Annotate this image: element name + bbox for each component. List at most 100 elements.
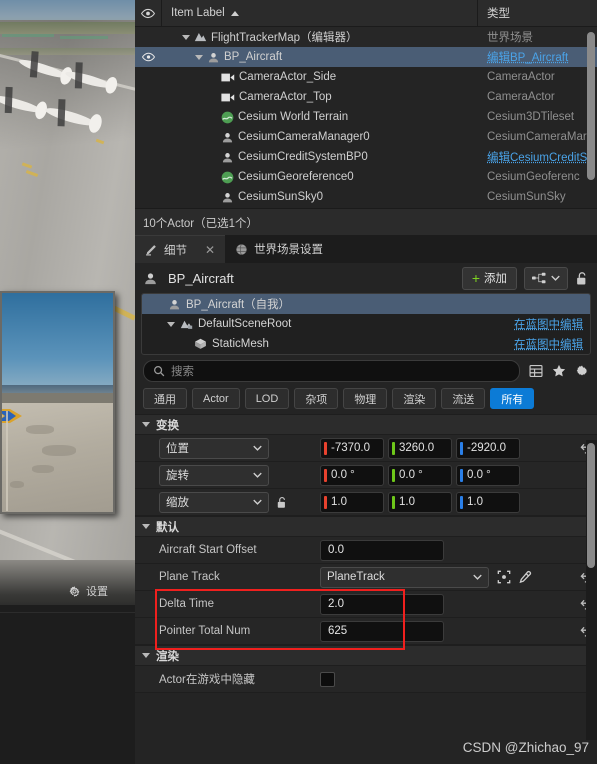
eyedropper-icon[interactable] — [518, 570, 532, 584]
expander-down-icon[interactable] — [142, 524, 150, 529]
settings-gear-icon[interactable] — [575, 364, 589, 378]
outliner-row-type: 世界场景 — [487, 32, 533, 44]
number-input[interactable]: 0.0 — [320, 539, 444, 561]
lock-open-icon[interactable] — [276, 496, 288, 509]
close-icon[interactable]: ✕ — [205, 243, 215, 257]
outliner-row[interactable]: CesiumSunSky0 CesiumSunSky — [135, 187, 597, 207]
blueprint-hierarchy-button[interactable] — [524, 266, 568, 290]
outliner-label-column-title: Item Label — [171, 7, 225, 19]
property-name-dropdown[interactable]: 缩放 — [159, 491, 269, 513]
property-name-dropdown[interactable]: 位置 — [159, 437, 269, 459]
vector-field-z[interactable]: 0.0 ° — [456, 464, 520, 486]
outliner-row[interactable]: Cesium World Terrain Cesium3DTileset — [135, 107, 597, 127]
property-row[interactable]: Plane Track PlaneTrack — [135, 564, 597, 591]
grid-view-icon[interactable] — [529, 364, 543, 378]
expander-down-icon[interactable] — [182, 34, 190, 40]
plus-icon: + — [471, 270, 480, 286]
filter-chip-通用[interactable]: 通用 — [143, 388, 187, 409]
property-row[interactable]: 旋转 0.0 ° 0.0 ° 0.0 ° — [135, 462, 597, 489]
vector-field-x[interactable]: -7370.0 — [320, 437, 384, 459]
outliner-visibility-column-header[interactable] — [135, 0, 162, 26]
browse-to-asset-icon[interactable] — [497, 570, 511, 584]
lock-open-icon[interactable] — [575, 271, 589, 286]
outliner-row-label: CesiumSunSky0 — [238, 191, 324, 203]
checkbox-input[interactable] — [320, 671, 335, 687]
picture-in-picture-camera-view[interactable] — [0, 291, 115, 514]
vector-field-y[interactable]: 3260.0 — [388, 437, 452, 459]
tab-world-settings[interactable]: 世界场景设置 — [225, 235, 333, 263]
edit-in-blueprint-link[interactable]: 在蓝图中编辑 — [514, 316, 583, 332]
outliner-row-label: CameraActor_Top — [239, 91, 332, 103]
outliner-row[interactable]: CesiumGeoreference0 CesiumGeoferenc — [135, 167, 597, 187]
outliner-row-edit-link[interactable]: 编辑BP_Aircraft — [487, 49, 597, 65]
filter-chip-所有[interactable]: 所有 — [490, 388, 535, 409]
property-category-header[interactable]: 变换 — [135, 414, 597, 435]
property-category-header[interactable]: 渲染 — [135, 645, 597, 666]
outliner-row[interactable]: CesiumCameraManager0 CesiumCameraMar — [135, 127, 597, 147]
component-tree[interactable]: BP_Aircraft（自我） DefaultSceneRoot 在蓝图中编辑 Sta… — [141, 293, 591, 355]
camera-icon — [221, 92, 235, 103]
property-row[interactable]: Actor在游戏中隐藏 — [135, 666, 597, 693]
filter-chip-流送[interactable]: 流送 — [441, 388, 486, 409]
vector-field-z[interactable]: 1.0 — [456, 491, 520, 513]
outliner-row-list[interactable]: FlightTrackerMap（编辑器） 世界场景 BP_Aircraft 编辑BP… — [135, 27, 597, 214]
outliner-row[interactable]: CesiumCreditSystemBP0 编辑CesiumCreditS — [135, 147, 597, 167]
expander-down-icon[interactable] — [142, 653, 150, 658]
expander-down-icon[interactable] — [167, 321, 175, 327]
vector-field-y[interactable]: 0.0 ° — [388, 464, 452, 486]
level-viewport[interactable]: 设置 — [0, 0, 135, 764]
tab-details[interactable]: 细节 ✕ — [135, 235, 226, 263]
filter-chip-物理[interactable]: 物理 — [343, 388, 388, 409]
outliner-row[interactable]: CameraActor_Side CameraActor — [135, 67, 597, 87]
outliner-scrollbar[interactable] — [587, 32, 595, 180]
component-tree-row[interactable]: DefaultSceneRoot 在蓝图中编辑 — [142, 314, 590, 334]
favorite-star-icon[interactable] — [552, 364, 566, 378]
object-picker[interactable]: PlaneTrack — [320, 566, 489, 588]
vector-field-x[interactable]: 0.0 ° — [320, 464, 384, 486]
outliner-row[interactable]: BP_Aircraft 编辑BP_Aircraft — [135, 47, 597, 67]
property-row[interactable]: Aircraft Start Offset 0.0 — [135, 537, 597, 564]
vector-field-z[interactable]: -2920.0 — [456, 437, 520, 459]
number-input[interactable]: 625 — [320, 620, 444, 642]
filter-chip-渲染[interactable]: 渲染 — [392, 388, 437, 409]
filter-chip-Actor[interactable]: Actor — [192, 388, 240, 409]
outliner-row-edit-link[interactable]: 编辑CesiumCreditS — [487, 149, 597, 165]
filter-chip-LOD[interactable]: LOD — [244, 388, 290, 409]
details-object-title: BP_Aircraft — [168, 270, 234, 286]
edit-in-blueprint-link[interactable]: 在蓝图中编辑 — [514, 336, 583, 352]
expander-down-icon[interactable] — [142, 422, 150, 427]
outliner-row-type: CameraActor — [487, 91, 555, 103]
category-filter-chips[interactable]: 通用 Actor LOD 杂项 物理 渲染 流送 所有 — [135, 385, 597, 414]
component-tree-row[interactable]: BP_Aircraft（自我） — [142, 294, 590, 314]
search-icon — [153, 365, 165, 377]
outliner-row[interactable]: FlightTrackerMap（编辑器） 世界场景 — [135, 27, 597, 47]
outliner-type-column-header[interactable]: 类型 — [478, 0, 597, 26]
property-row[interactable]: Pointer Total Num 625 — [135, 618, 597, 645]
vector-field-y[interactable]: 1.0 — [388, 491, 452, 513]
sort-ascending-icon — [230, 10, 239, 16]
property-label: Actor在游戏中隐藏 — [159, 674, 255, 686]
outliner-row[interactable]: CameraActor_Top CameraActor — [135, 87, 597, 107]
actor-icon — [221, 151, 234, 164]
right-panel: Item Label 类型 FlightTrackerMap（编辑器） 世界场景 B… — [135, 0, 597, 764]
vector-field-value: 1.0 — [467, 496, 483, 508]
vector-field-x[interactable]: 1.0 — [320, 491, 384, 513]
property-row[interactable]: 缩放 1.0 1.0 1.0 — [135, 489, 597, 516]
property-category-header[interactable]: 默认 — [135, 516, 597, 537]
expander-down-icon[interactable] — [195, 54, 203, 60]
property-row[interactable]: 位置 -7370.0 3260.0 -2920.0 — [135, 435, 597, 462]
property-name-dropdown[interactable]: 旋转 — [159, 464, 269, 486]
object-picker-value: PlaneTrack — [327, 571, 385, 583]
component-tree-row[interactable]: StaticMesh 在蓝图中编辑 — [142, 334, 590, 354]
viewport-settings-button[interactable]: 设置 — [68, 583, 108, 599]
number-input[interactable]: 2.0 — [320, 593, 444, 615]
add-component-button[interactable]: + 添加 — [461, 266, 517, 290]
outliner-row-visibility-toggle[interactable] — [135, 52, 161, 62]
outliner-label-column-header[interactable]: Item Label — [162, 0, 478, 26]
search-input[interactable]: 搜索 — [143, 360, 520, 382]
vector-input-group: 1.0 1.0 1.0 — [320, 491, 520, 513]
filter-chip-杂项[interactable]: 杂项 — [294, 388, 339, 409]
property-row[interactable]: Delta Time 2.0 — [135, 591, 597, 618]
property-list[interactable]: 变换 位置 -7370.0 3260.0 -2920.0 旋转 0.0 ° 0.0 ° 0.0 … — [135, 414, 597, 693]
property-scrollbar[interactable] — [587, 443, 595, 568]
